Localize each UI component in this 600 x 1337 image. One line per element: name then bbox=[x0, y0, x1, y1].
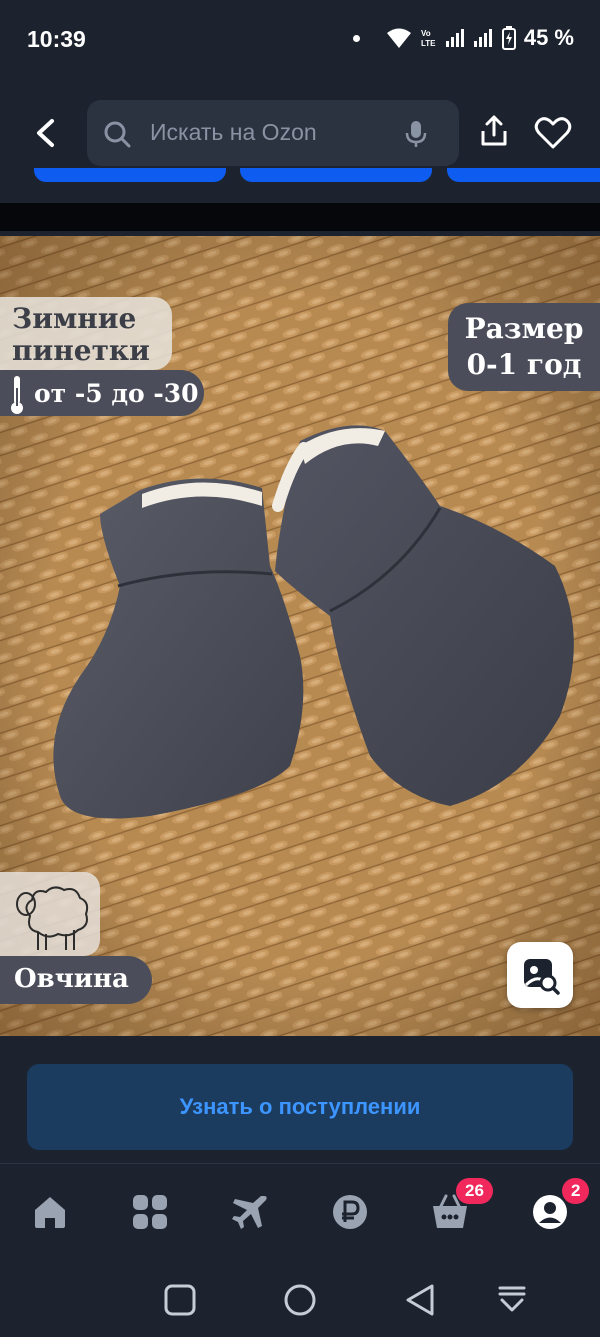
catalog-icon bbox=[133, 1195, 167, 1229]
tab-catalog[interactable] bbox=[130, 1192, 170, 1232]
temperature-badge-text: от -5 до -30 bbox=[34, 379, 199, 408]
size-badge-line2: 0-1 год bbox=[466, 348, 582, 381]
home-icon bbox=[35, 1197, 65, 1228]
svg-text:Vo: Vo bbox=[421, 29, 431, 38]
category-chips-row bbox=[0, 168, 600, 188]
title-badge-text: Зимние пинетки bbox=[12, 302, 150, 367]
battery-icon bbox=[501, 26, 516, 50]
tab-finance[interactable] bbox=[330, 1192, 370, 1232]
heart-icon bbox=[534, 117, 572, 149]
size-badge: Размер 0-1 год bbox=[448, 303, 600, 391]
sheep-icon bbox=[10, 876, 94, 959]
notify-on-arrival-button[interactable]: Узнать о поступлении bbox=[27, 1064, 573, 1150]
wifi-icon bbox=[386, 27, 412, 49]
tab-cart[interactable]: 26 bbox=[430, 1178, 493, 1232]
material-badge: Овчина bbox=[0, 956, 152, 1004]
notification-pull-icon bbox=[498, 1286, 526, 1312]
status-bar: 10:39 Vo LTE 45 % bbox=[0, 0, 600, 80]
image-top-band bbox=[0, 203, 600, 231]
volte-icon: Vo LTE bbox=[420, 27, 438, 49]
search-input[interactable]: Искать на Ozon bbox=[87, 100, 459, 166]
signal-icon bbox=[473, 29, 494, 47]
back-nav-button[interactable] bbox=[402, 1282, 438, 1318]
back-arrow-icon bbox=[37, 119, 54, 147]
top-app-bar: Искать на Ozon bbox=[0, 95, 600, 170]
sheep-badge bbox=[0, 872, 100, 956]
favorite-button[interactable] bbox=[533, 113, 573, 153]
recents-square-icon bbox=[164, 1284, 196, 1316]
title-badge: Зимние пинетки bbox=[0, 297, 172, 370]
home-circle-icon bbox=[284, 1284, 316, 1316]
signal-icon bbox=[445, 29, 466, 47]
notification-pull-button[interactable] bbox=[494, 1282, 530, 1318]
cart-count-badge: 26 bbox=[456, 1178, 493, 1204]
size-badge-line1: Размер bbox=[464, 312, 584, 345]
bottom-tab-bar: 26 2 bbox=[0, 1164, 600, 1260]
thermometer-icon bbox=[8, 374, 26, 422]
category-chip[interactable] bbox=[240, 168, 432, 182]
material-badge-text: Овчина bbox=[14, 964, 129, 994]
search-icon bbox=[103, 120, 131, 153]
share-button[interactable] bbox=[476, 113, 512, 149]
microphone-icon[interactable] bbox=[405, 120, 427, 153]
battery-percent: 45 % bbox=[523, 25, 574, 50]
status-icons: Vo LTE 45 % bbox=[352, 25, 574, 51]
temperature-badge: от -5 до -30 bbox=[0, 370, 204, 416]
share-icon bbox=[481, 115, 507, 146]
ruble-finance-icon bbox=[333, 1195, 367, 1229]
back-triangle-icon bbox=[406, 1284, 434, 1316]
tab-home[interactable] bbox=[30, 1192, 70, 1232]
profile-count-badge: 2 bbox=[562, 1178, 590, 1204]
back-button[interactable] bbox=[26, 113, 66, 153]
search-placeholder: Искать на Ozon bbox=[150, 119, 317, 145]
category-chip[interactable] bbox=[34, 168, 226, 182]
home-nav-button[interactable] bbox=[282, 1282, 318, 1318]
category-chip[interactable] bbox=[447, 168, 600, 182]
status-time: 10:39 bbox=[27, 26, 86, 52]
travel-plane-icon bbox=[232, 1196, 267, 1229]
svg-text:LTE: LTE bbox=[421, 39, 436, 48]
image-search-icon bbox=[524, 959, 560, 995]
recents-button[interactable] bbox=[162, 1282, 198, 1318]
tab-profile[interactable]: 2 bbox=[530, 1178, 590, 1232]
notification-dot-icon bbox=[352, 34, 360, 42]
image-search-button[interactable] bbox=[507, 942, 573, 1008]
system-navigation-bar bbox=[0, 1262, 600, 1337]
tab-travel[interactable] bbox=[230, 1192, 270, 1232]
